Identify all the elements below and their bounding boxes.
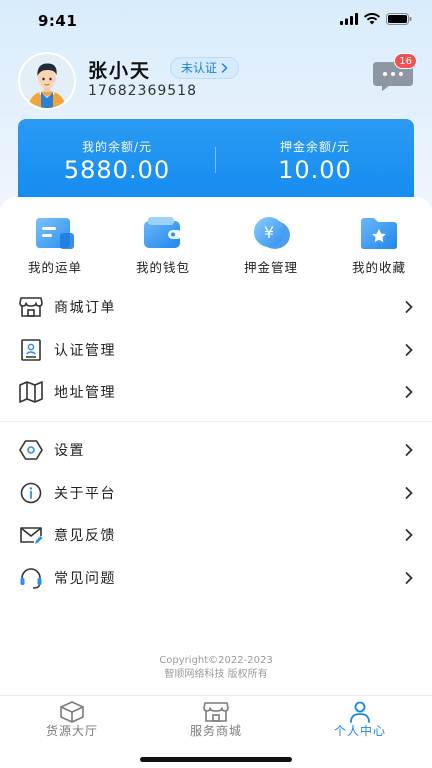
person-icon xyxy=(350,701,370,723)
shop-icon xyxy=(203,702,229,722)
status-time: 9:41 xyxy=(38,12,78,30)
deposit-label: 押金余额/元 xyxy=(279,140,351,154)
avatar[interactable] xyxy=(18,52,76,110)
svg-text:¥: ¥ xyxy=(264,223,274,242)
menu-label: 设置 xyxy=(54,443,85,459)
menu-label: 常见问题 xyxy=(54,571,116,587)
chevron-right-icon xyxy=(405,386,413,398)
deposit-value: 10.00 xyxy=(278,156,352,184)
verify-status-label: 未认证 xyxy=(181,61,218,75)
tab-label: 货源大厅 xyxy=(45,724,98,738)
menu-item-address[interactable]: 地址管理 xyxy=(0,371,432,413)
menu-item-settings[interactable]: 设置 xyxy=(0,429,432,471)
menu-label: 意见反馈 xyxy=(54,528,116,544)
copyright-line: Copyright©2022-2023 xyxy=(159,655,273,666)
balance-value: 5880.00 xyxy=(63,156,171,184)
company-line: 智顺网络科技 版权所有 xyxy=(164,669,268,680)
verify-status-badge[interactable]: 未认证 xyxy=(170,57,240,79)
menu-item-certification[interactable]: 认证管理 xyxy=(0,329,432,371)
wallet-icon xyxy=(144,217,182,248)
menu-item-faq[interactable]: 常见问题 xyxy=(0,557,432,599)
map-icon xyxy=(19,381,43,403)
tab-label: 个人中心 xyxy=(333,724,386,738)
deposit-icon: ¥ xyxy=(254,217,290,249)
wifi-icon xyxy=(364,13,380,25)
menu-label: 认证管理 xyxy=(54,343,116,359)
chevron-right-icon xyxy=(405,344,413,356)
id-card-icon xyxy=(21,339,41,361)
menu-item-feedback[interactable]: 意见反馈 xyxy=(0,514,432,556)
quick-action-favorites[interactable]: 我的收藏 xyxy=(334,215,424,275)
feedback-icon xyxy=(20,527,43,544)
quick-action-wallet[interactable]: 我的钱包 xyxy=(118,215,208,275)
quick-action-label: 我的钱包 xyxy=(135,260,190,275)
chevron-right-icon xyxy=(221,63,228,73)
tab-label: 服务商城 xyxy=(189,724,242,738)
user-phone: 17682369518 xyxy=(88,83,197,99)
menu-label: 地址管理 xyxy=(54,385,116,401)
user-name: 张小天 xyxy=(88,60,152,82)
messages-button[interactable]: 16 xyxy=(373,53,417,92)
box-icon xyxy=(60,701,84,723)
avatar-illustration-icon xyxy=(20,54,74,108)
signal-icon xyxy=(340,13,358,25)
quick-action-label: 我的运单 xyxy=(27,260,82,275)
chevron-right-icon xyxy=(405,444,413,456)
balance-card: 我的余额/元 5880.00 押金余额/元 10.00 xyxy=(18,119,414,205)
profile-header: 张小天 未认证 17682369518 16 xyxy=(0,52,432,112)
waybill-icon xyxy=(36,218,74,249)
balance-column[interactable]: 我的余额/元 5880.00 xyxy=(18,119,216,205)
section-divider xyxy=(0,421,432,422)
tab-cargo-hall[interactable]: 货源大厅 xyxy=(0,696,144,742)
menu-item-store-orders[interactable]: 商城订单 xyxy=(0,286,432,328)
tab-service-mall[interactable]: 服务商城 xyxy=(144,696,288,742)
info-icon xyxy=(20,482,42,504)
menu-item-about[interactable]: 关于平台 xyxy=(0,472,432,514)
home-indicator xyxy=(140,757,292,762)
quick-action-waybill[interactable]: 我的运单 xyxy=(10,215,100,275)
chevron-right-icon xyxy=(405,301,413,313)
status-icons xyxy=(340,13,412,25)
battery-icon xyxy=(386,13,412,25)
quick-action-deposit[interactable]: ¥ 押金管理 xyxy=(226,215,316,275)
settings-icon xyxy=(19,440,43,460)
quick-actions: 我的运单 我的钱包 ¥ 押金管理 我的收藏 xyxy=(0,215,432,275)
tab-personal-center[interactable]: 个人中心 xyxy=(288,696,432,742)
copyright: Copyright©2022-2023 智顺网络科技 版权所有 xyxy=(0,654,432,682)
deposit-column[interactable]: 押金余额/元 10.00 xyxy=(216,119,414,205)
store-icon xyxy=(19,297,43,317)
quick-action-label: 押金管理 xyxy=(243,260,298,275)
chevron-right-icon xyxy=(405,572,413,584)
unread-count-badge: 16 xyxy=(394,53,417,69)
headset-icon xyxy=(20,568,42,589)
menu-label: 商城订单 xyxy=(54,300,116,316)
favorites-icon xyxy=(361,218,397,249)
menu-label: 关于平台 xyxy=(54,486,116,502)
chevron-right-icon xyxy=(405,487,413,499)
balance-label: 我的余额/元 xyxy=(81,140,153,154)
chevron-right-icon xyxy=(405,529,413,541)
status-bar: 9:41 xyxy=(0,0,432,44)
quick-action-label: 我的收藏 xyxy=(351,260,406,275)
